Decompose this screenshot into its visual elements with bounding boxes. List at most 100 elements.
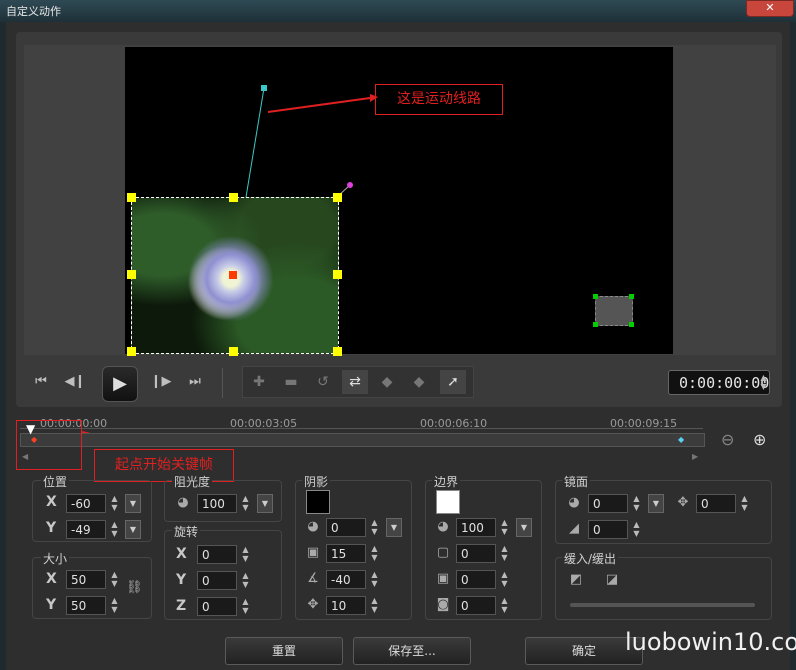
reset-button[interactable]: 重置 <box>225 637 343 665</box>
smooth-keyframe-icon[interactable]: ➚ <box>440 370 466 394</box>
go-to-end-icon[interactable]: ⏭ <box>184 371 206 393</box>
position-x-dropdown[interactable]: ▼ <box>125 494 141 513</box>
swap-keyframes-icon[interactable]: ⇄ <box>342 370 368 394</box>
position-x-spin[interactable]: ▲ ▼ <box>109 494 120 513</box>
path-end-point[interactable] <box>261 85 267 91</box>
border-softness-spin[interactable]: ▲ ▼ <box>499 570 510 589</box>
keyframe-track[interactable] <box>20 433 705 447</box>
border-opacity-input[interactable]: 100 <box>456 518 496 537</box>
border-opacity-dropdown[interactable]: ▼ <box>516 518 532 537</box>
prev-frame-icon[interactable]: ◀❙ <box>64 371 86 393</box>
go-to-start-icon[interactable]: ⏮ <box>30 371 52 393</box>
border-opacity-spin[interactable]: ▲ ▼ <box>499 518 510 537</box>
border-color-swatch[interactable] <box>436 490 460 514</box>
mirror-fade-spin[interactable]: ▲ ▼ <box>631 520 642 539</box>
ruler-tick-label: 00:00:03:05 <box>230 417 298 430</box>
resize-handle-br[interactable] <box>333 347 342 356</box>
rotation-y-input[interactable]: 0 <box>197 571 237 590</box>
border-fill-spin[interactable]: ▲ ▼ <box>499 596 510 615</box>
prev-keyframe-icon[interactable]: ◆ <box>374 370 400 394</box>
shadow-blur-spin[interactable]: ▲ ▼ <box>369 544 380 563</box>
ghost-handle-br[interactable] <box>629 322 634 327</box>
resize-handle-tr[interactable] <box>333 193 342 202</box>
shadow-opacity-dropdown[interactable]: ▼ <box>386 518 402 537</box>
center-point[interactable] <box>229 271 237 279</box>
shadow-distance-spin[interactable]: ▲ ▼ <box>369 596 380 615</box>
shadow-angle-icon: ∡ <box>307 571 319 586</box>
shadow-opacity-input[interactable]: 0 <box>326 518 366 537</box>
mirror-opacity-input[interactable]: 0 <box>588 494 628 513</box>
position-y-dropdown[interactable]: ▼ <box>125 520 141 539</box>
border-width-spin[interactable]: ▲ ▼ <box>499 544 510 563</box>
zoom-out-icon[interactable]: ⊖ <box>721 430 734 449</box>
next-keyframe-icon[interactable]: ◆ <box>406 370 432 394</box>
ghost-handle-tl[interactable] <box>593 294 598 299</box>
shadow-color-swatch[interactable] <box>306 490 330 514</box>
rotation-z-spin[interactable]: ▲ ▼ <box>240 597 251 616</box>
rotation-x-input[interactable]: 0 <box>197 545 237 564</box>
resize-handle-left[interactable] <box>127 270 136 279</box>
remove-keyframe-icon[interactable]: ▬ <box>278 370 304 394</box>
scroll-right-icon[interactable]: ▶ <box>692 452 698 461</box>
save-to-button[interactable]: 保存至... <box>353 637 471 665</box>
size-x-input[interactable]: 50 <box>66 570 106 589</box>
rotation-handle[interactable] <box>347 182 353 188</box>
ghost-handle-bl[interactable] <box>593 322 598 327</box>
start-keyframe-callout: 起点开始关键帧 <box>94 449 234 482</box>
position-x-input[interactable]: -60 <box>66 494 106 513</box>
shadow-distance-icon: ✥ <box>307 597 319 612</box>
mirror-opacity-dropdown[interactable]: ▼ <box>648 494 664 513</box>
position-y-label: Y <box>46 520 57 536</box>
size-y-label: Y <box>46 597 57 613</box>
border-softness-input[interactable]: 0 <box>456 570 496 589</box>
rotation-z-input[interactable]: 0 <box>197 597 237 616</box>
shadow-blur-icon: ▣ <box>306 545 320 560</box>
rotation-y-spin[interactable]: ▲ ▼ <box>240 571 251 590</box>
opacity-input[interactable]: 100 <box>197 494 237 513</box>
position-y-spin[interactable]: ▲ ▼ <box>109 520 120 539</box>
shadow-distance-input[interactable]: 10 <box>326 596 366 615</box>
resize-handle-top[interactable] <box>229 193 238 202</box>
rotation-label: 旋转 <box>172 523 201 540</box>
start-keyframe-highlight <box>16 420 82 470</box>
play-icon[interactable]: ▶ <box>102 366 138 402</box>
mirror-fade-input[interactable]: 0 <box>588 520 628 539</box>
border-fill-input[interactable]: 0 <box>456 596 496 615</box>
end-position-ghost[interactable] <box>595 296 633 326</box>
fade-in-icon[interactable]: ◩ <box>568 572 584 588</box>
border-fill-icon: ◙ <box>436 597 450 612</box>
link-icon[interactable]: ⛓ <box>126 580 143 596</box>
shadow-blur-input[interactable]: 15 <box>326 544 366 563</box>
resize-handle-right[interactable] <box>333 270 342 279</box>
mirror-offset-input[interactable]: 0 <box>696 494 736 513</box>
size-y-input[interactable]: 50 <box>66 596 106 615</box>
opacity-spin[interactable]: ▲ ▼ <box>240 494 251 513</box>
rotation-x-spin[interactable]: ▲ ▼ <box>240 545 251 564</box>
size-x-spin[interactable]: ▲ ▼ <box>109 570 120 589</box>
next-frame-icon[interactable]: ❙▶ <box>150 371 172 393</box>
add-keyframe-icon[interactable]: ✚ <box>246 370 272 394</box>
position-y-input[interactable]: -49 <box>66 520 106 539</box>
resize-handle-bottom[interactable] <box>229 347 238 356</box>
fade-slider-track[interactable] <box>570 603 755 607</box>
border-width-input[interactable]: 0 <box>456 544 496 563</box>
resize-handle-tl[interactable] <box>127 193 136 202</box>
shadow-angle-input[interactable]: -40 <box>326 570 366 589</box>
resize-handle-bl[interactable] <box>127 347 136 356</box>
fade-out-icon[interactable]: ◪ <box>604 572 620 588</box>
ghost-handle-tr[interactable] <box>629 294 634 299</box>
timecode-spin-icon[interactable]: ▲ ▼ <box>758 373 769 392</box>
shadow-opacity-spin[interactable]: ▲ ▼ <box>369 518 380 537</box>
border-width-icon: ▢ <box>436 545 450 560</box>
mirror-opacity-spin[interactable]: ▲ ▼ <box>631 494 642 513</box>
opacity-dropdown[interactable]: ▼ <box>257 494 273 513</box>
zoom-in-icon[interactable]: ⊕ <box>753 430 766 449</box>
shadow-angle-spin[interactable]: ▲ ▼ <box>369 570 380 589</box>
shadow-opacity-icon: ◕ <box>307 519 319 534</box>
size-y-spin[interactable]: ▲ ▼ <box>109 596 120 615</box>
transport-divider <box>222 368 223 398</box>
reverse-keyframe-icon[interactable]: ↺ <box>310 370 336 394</box>
timecode-field[interactable]: 0:00:00:00 <box>668 370 770 395</box>
mirror-offset-spin[interactable]: ▲ ▼ <box>739 494 750 513</box>
end-keyframe-marker[interactable]: ◆ <box>678 435 684 444</box>
